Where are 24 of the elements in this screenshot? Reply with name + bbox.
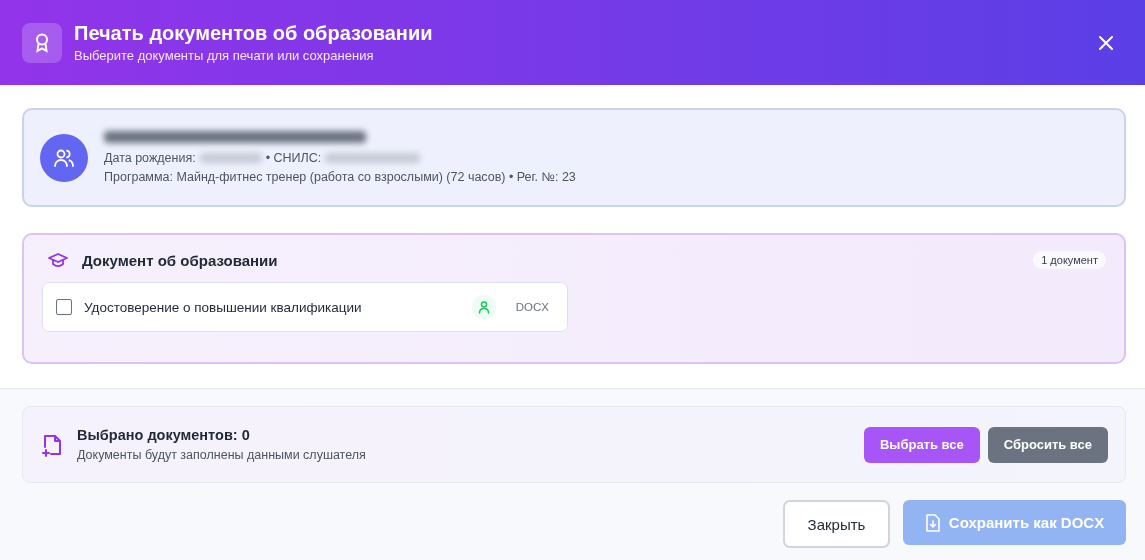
document-item[interactable]: Удостоверение о повышении квалификации DOCX	[42, 282, 568, 332]
summary-note: Документы будут заполнены данными слушателя	[77, 448, 367, 462]
dialog-title: Печать документов об образовании	[74, 22, 434, 45]
document-name: Удостоверение о повышении квалификации	[84, 299, 363, 315]
users-icon	[40, 133, 88, 182]
close-icon[interactable]	[1098, 34, 1114, 51]
checkbox[interactable]	[56, 299, 72, 315]
birth-date-label: Дата рождения:	[104, 151, 196, 165]
document-count: 1 документ	[1033, 251, 1106, 269]
program-text: Программа: Майнд-фитнес тренер (работа со взрослыми) (72 часов) • Рег. №: 23	[104, 170, 576, 184]
snils-label: • СНИЛС:	[265, 151, 322, 165]
reset-all-button[interactable]: Сбросить все	[987, 426, 1108, 463]
file-download-icon	[924, 513, 941, 532]
select-all-button[interactable]: Выбрать все	[863, 426, 980, 463]
file-plus-icon	[41, 432, 63, 457]
graduation-cap-icon	[48, 252, 68, 268]
dialog-subtitle: Выберите документы для печати или сохранения	[74, 48, 375, 63]
person-icon	[471, 295, 496, 319]
selected-count: Выбрано документов: 0	[77, 427, 251, 443]
format-label: DOCX	[515, 301, 549, 313]
section-title: Документ об образовании	[82, 251, 279, 269]
redacted-text	[199, 153, 262, 163]
close-button[interactable]: Закрыть	[783, 500, 890, 548]
award-icon	[22, 22, 62, 63]
